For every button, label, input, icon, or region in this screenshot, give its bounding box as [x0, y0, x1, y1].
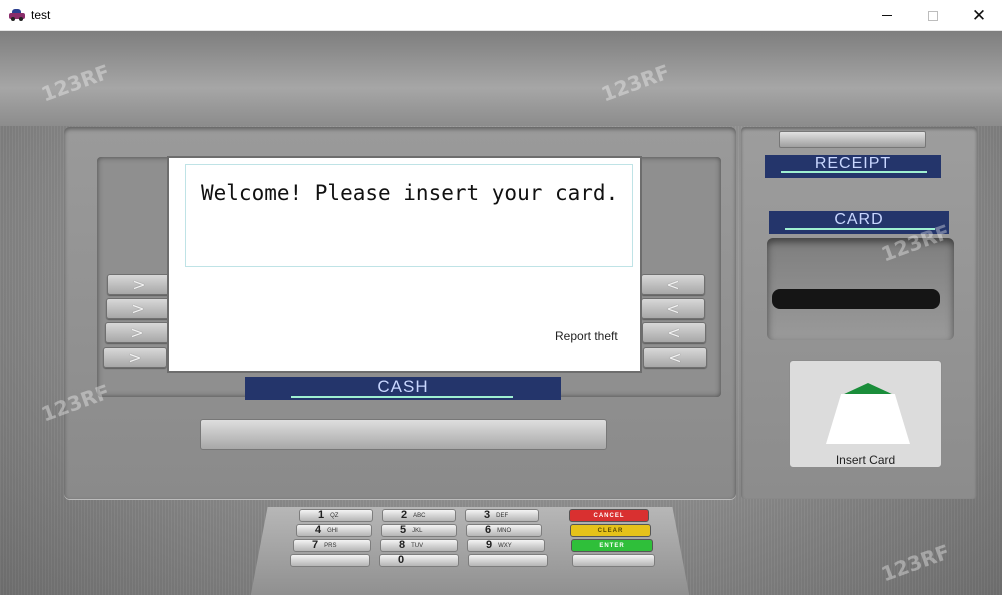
- key-blank-right[interactable]: [468, 554, 548, 567]
- left-side-button-4[interactable]: >: [103, 347, 167, 368]
- cash-label-text: CASH: [377, 377, 429, 396]
- cancel-key[interactable]: CANCEL: [569, 509, 649, 522]
- key-6[interactable]: 6 MNO: [466, 524, 542, 537]
- key-3[interactable]: 3 DEF: [465, 509, 539, 522]
- enter-key[interactable]: ENTER: [571, 539, 653, 552]
- receipt-slot: [779, 131, 926, 148]
- cash-stripe: [291, 396, 513, 398]
- card-icon: [826, 394, 910, 444]
- atm-screen: Welcome! Please insert your card. Report…: [169, 158, 640, 371]
- key-5[interactable]: 5 JKL: [381, 524, 457, 537]
- key-blank-left[interactable]: [290, 554, 370, 567]
- card-label-text: CARD: [834, 211, 884, 228]
- right-side-button-4[interactable]: <: [643, 347, 707, 368]
- left-side-button-1[interactable]: >: [107, 274, 171, 295]
- right-side-button-1[interactable]: <: [641, 274, 705, 295]
- key-9[interactable]: 9 WXY: [467, 539, 545, 552]
- insert-card-button[interactable]: Insert Card: [789, 360, 942, 468]
- key-4[interactable]: 4 GHI: [296, 524, 372, 537]
- insert-arrow-icon: [842, 383, 894, 395]
- car-icon: [9, 9, 25, 21]
- window-title: test: [31, 8, 51, 22]
- cash-label: CASH: [245, 377, 561, 400]
- insert-card-label: Insert Card: [835, 453, 896, 467]
- clear-key[interactable]: CLEAR: [570, 524, 651, 537]
- watermark: 123RF: [878, 539, 953, 587]
- key-7[interactable]: 7 PRS: [293, 539, 371, 552]
- close-icon: ✕: [971, 5, 987, 26]
- maximize-button[interactable]: [910, 0, 956, 31]
- minimize-icon: [882, 15, 892, 16]
- key-2[interactable]: 2 ABC: [382, 509, 456, 522]
- card-stripe: [785, 228, 935, 230]
- key-1[interactable]: 1 QZ: [299, 509, 373, 522]
- close-button[interactable]: ✕: [956, 0, 1002, 31]
- key-8[interactable]: 8 TUV: [380, 539, 458, 552]
- receipt-label: RECEIPT: [765, 155, 941, 178]
- right-side-button-3[interactable]: <: [642, 322, 706, 343]
- left-side-button-2[interactable]: >: [106, 298, 170, 319]
- right-side-button-2[interactable]: <: [641, 298, 705, 319]
- atm-top-lip: [0, 31, 1002, 126]
- report-theft-link[interactable]: Report theft: [555, 329, 618, 343]
- screen-message: Welcome! Please insert your card.: [185, 164, 633, 267]
- key-0[interactable]: 0: [379, 554, 459, 567]
- receipt-stripe: [781, 171, 927, 173]
- card-slot[interactable]: [772, 289, 940, 309]
- maximize-icon: [928, 10, 938, 21]
- key-blank-fn[interactable]: [572, 554, 655, 567]
- minimize-button[interactable]: [864, 0, 910, 31]
- cash-dispenser-slot: [200, 419, 607, 450]
- window-titlebar: test ✕: [0, 0, 1002, 31]
- atm-scene: > > > > < < < < Welcome! Please insert y…: [0, 31, 1002, 595]
- left-side-button-3[interactable]: >: [105, 322, 169, 343]
